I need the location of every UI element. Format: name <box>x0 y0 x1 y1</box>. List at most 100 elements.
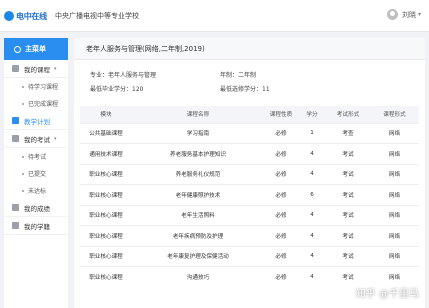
sidebar-item-my-exams[interactable]: 我的考试 ▾ <box>4 130 68 148</box>
logo[interactable]: 电中在线 <box>4 8 48 24</box>
sidebar-subitem-submitted[interactable]: 已提交 <box>4 165 68 182</box>
watermark: 知乎 @千里马 <box>355 289 419 300</box>
exam-icon <box>12 135 19 142</box>
column-header: 课程形式 <box>383 112 406 119</box>
table-cell: 职业核心课程 <box>80 266 132 287</box>
table-cell: 必修 <box>264 163 298 185</box>
page-title: 老年人服务与管理(网络,二年制,2019) <box>74 38 425 60</box>
table-cell: 公共基础课程 <box>80 122 132 144</box>
table-cell: 6 <box>298 184 326 205</box>
score-icon <box>12 204 19 211</box>
table-cell: 老年疾病预防及护理 <box>132 225 264 246</box>
table-cell: 考试 <box>326 143 370 164</box>
table-cell: 网络 <box>370 143 419 164</box>
sidebar-item-teaching-plan[interactable]: 教学计划 <box>4 112 68 130</box>
table-cell: 必修 <box>264 266 298 287</box>
main-panel: 老年人服务与管理(网络,二年制,2019) 专业：老年人服务与管理 最低毕业学分… <box>74 38 425 308</box>
table-cell: 必修 <box>264 204 298 226</box>
user-menu[interactable]: 刘晓 ▾ <box>386 9 421 20</box>
table-cell: 考试 <box>326 163 370 185</box>
table-cell: 考试 <box>326 245 370 267</box>
school-name: 中央广播电视中等专业学校 <box>55 12 139 20</box>
column-header: 课程名称 <box>186 112 210 119</box>
table-row[interactable]: 职业核心课程 老年康复护理及保健活动 必修 4 考试 网络 <box>80 245 419 267</box>
table-cell: 职业核心课程 <box>80 184 132 205</box>
table-cell: 网络 <box>370 266 419 287</box>
table-cell: 4 <box>298 163 326 185</box>
table-cell: 职业核心课程 <box>80 245 132 267</box>
table-row[interactable]: 职业核心课程 老年疾病预防及护理 必修 4 考试 网络 <box>80 225 419 246</box>
column-header: 考试形式 <box>336 112 360 119</box>
table-cell: 必修 <box>264 184 298 205</box>
menu-icon <box>14 45 21 53</box>
sidebar-item-my-status[interactable]: 我的学籍 <box>4 217 68 235</box>
table-row[interactable]: 职业核心课程 老年生活照料 必修 4 考试 网络 <box>80 204 419 226</box>
sidebar-menu-title[interactable]: 主菜单 <box>4 38 68 60</box>
column-header: 模块 <box>100 112 112 119</box>
table-cell: 职业核心课程 <box>80 225 132 246</box>
table-cell: 老年康复护理及保健活动 <box>132 245 264 267</box>
table-cell: 学习指南 <box>132 122 264 144</box>
table-cell: 养老服务礼仪规范 <box>132 163 264 185</box>
table-cell: 网络 <box>370 245 419 267</box>
years-label: 年制：二年制 <box>220 72 257 79</box>
table-row[interactable]: 公共基础课程 学习指南 必修 1 考查 网络 <box>80 122 419 144</box>
table-cell: 考试 <box>326 204 370 226</box>
sidebar-subitem-pending-exams[interactable]: 待考试 <box>4 148 68 165</box>
table-row[interactable]: 职业核心课程 沟通技巧 必修 4 考试 网络 <box>80 266 419 287</box>
logo-icon <box>4 11 14 21</box>
logo-text: 电中在线 <box>16 11 47 21</box>
table-cell: 必修 <box>264 225 298 246</box>
min-elective-label: 最低选修学分：11 <box>220 86 270 93</box>
column-header: 课程性质 <box>269 112 293 119</box>
table-cell: 通用技术课程 <box>80 143 132 164</box>
table-cell: 老年生活照料 <box>132 204 264 226</box>
table-cell: 网络 <box>370 184 419 205</box>
table-cell: 老年健康照护技术 <box>132 184 264 205</box>
user-avatar-icon <box>386 9 398 20</box>
user-name: 刘晓 <box>401 10 416 19</box>
table-cell: 考试 <box>326 266 370 287</box>
course-table: 模块 课程名称 课程性质 学分 考试形式 课程形式 公共基础课程 学习指南 必修 1 考… <box>80 106 419 287</box>
table-cell: 4 <box>298 204 326 226</box>
sidebar-subitem-pending-courses[interactable]: 待学习课程 <box>4 78 68 95</box>
table-row[interactable]: 职业核心课程 养老服务礼仪规范 必修 4 考试 网络 <box>80 163 419 185</box>
sidebar: 主菜单 我的课程 ▾ 待学习课程 已完成课程 教学计划 我的考试 ▾ 待考试 已… <box>4 38 68 308</box>
table-cell: 必修 <box>264 245 298 267</box>
table-cell: 考查 <box>326 122 370 144</box>
chevron-down-icon: ▾ <box>417 11 421 18</box>
column-header: 学分 <box>306 112 318 119</box>
sidebar-item-my-courses[interactable]: 我的课程 ▾ <box>4 60 68 78</box>
table-row[interactable]: 通用技术课程 养老服务基本护理知识 必修 4 考试 网络 <box>80 143 419 164</box>
status-icon <box>12 222 19 229</box>
chevron-down-icon: ▾ <box>54 135 57 142</box>
table-cell: 4 <box>298 143 326 164</box>
book-icon <box>12 65 19 72</box>
major-label: 专业：老年人服务与管理 <box>90 72 157 79</box>
table-cell: 1 <box>298 122 326 144</box>
table-cell: 网络 <box>370 163 419 185</box>
table-row[interactable]: 职业核心课程 老年健康照护技术 必修 6 考试 网络 <box>80 184 419 205</box>
table-cell: 4 <box>298 266 326 287</box>
sidebar-subitem-completed-courses[interactable]: 已完成课程 <box>4 95 68 112</box>
table-cell: 必修 <box>264 143 298 164</box>
plan-info: 专业：老年人服务与管理 最低毕业学分：120 年制：二年制 最低选修学分：11 <box>74 60 425 106</box>
table-cell: 4 <box>298 225 326 246</box>
table-cell: 必修 <box>264 122 298 144</box>
table-cell: 养老服务基本护理知识 <box>132 143 264 164</box>
chevron-down-icon: ▾ <box>54 65 57 72</box>
table-cell: 职业核心课程 <box>80 163 132 185</box>
sidebar-subitem-not-passed[interactable]: 未达标 <box>4 182 68 199</box>
table-cell: 职业核心课程 <box>80 204 132 226</box>
table-cell: 4 <box>298 245 326 267</box>
table-cell: 网络 <box>370 225 419 246</box>
table-cell: 考试 <box>326 225 370 246</box>
table-header-row: 模块 课程名称 课程性质 学分 考试形式 课程形式 <box>80 106 419 123</box>
min-credit-label: 最低毕业学分：120 <box>90 86 144 93</box>
table-cell: 网络 <box>370 122 419 144</box>
table-cell: 沟通技巧 <box>132 266 264 287</box>
plan-icon <box>12 117 19 124</box>
table-cell: 网络 <box>370 204 419 226</box>
sidebar-item-my-scores[interactable]: 我的成绩 <box>4 199 68 217</box>
top-bar: 电中在线 中央广播电视中等专业学校 刘晓 ▾ <box>0 0 429 32</box>
